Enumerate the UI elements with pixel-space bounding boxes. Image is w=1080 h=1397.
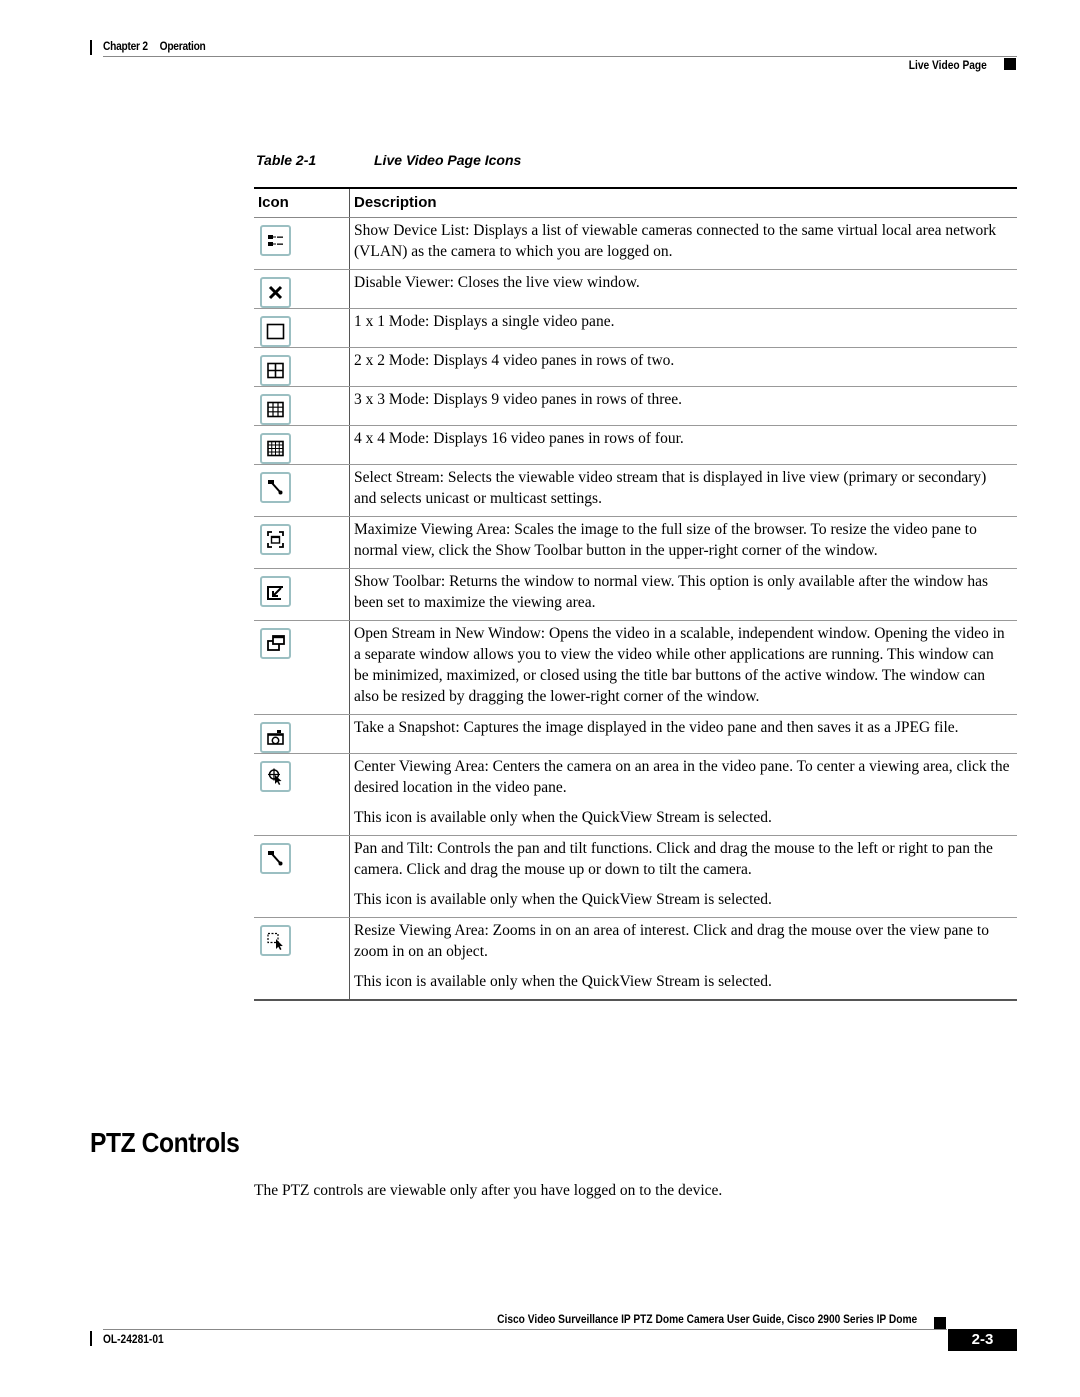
description-cell: Show Device List: Displays a list of vie… <box>349 217 1017 270</box>
icon-cell <box>254 568 350 621</box>
snapshot-icon <box>260 722 291 753</box>
resize-view-icon <box>260 925 291 956</box>
pan-tilt-icon <box>260 843 291 874</box>
table-row: Select Stream: Selects the viewable vide… <box>254 464 1017 517</box>
center-view-icon <box>260 761 291 792</box>
page-number: 2-3 <box>948 1329 1017 1351</box>
header-rule <box>103 56 1017 57</box>
description-cell: 2 x 2 Mode: Displays 4 video panes in ro… <box>349 347 1017 387</box>
description-cell: Open Stream in New Window: Opens the vid… <box>349 620 1017 715</box>
maximize-icon <box>260 524 291 555</box>
footer-square-mark <box>934 1317 946 1329</box>
icon-cell <box>254 753 350 836</box>
description-text: Resize Viewing Area: Zooms in on an area… <box>354 922 989 960</box>
description-text: Open Stream in New Window: Opens the vid… <box>354 625 1005 705</box>
chapter-header: Chapter 2 Operation <box>103 39 206 53</box>
icon-cell <box>254 464 350 517</box>
description-cell: Maximize Viewing Area: Scales the image … <box>349 516 1017 569</box>
description-cell: 4 x 4 Mode: Displays 16 video panes in r… <box>349 425 1017 465</box>
table-number: Table 2-1 <box>256 152 317 168</box>
footer-doc-number: OL-24281-01 <box>103 1332 164 1346</box>
description-text: 4 x 4 Mode: Displays 16 video panes in r… <box>354 430 684 447</box>
table-row: Maximize Viewing Area: Scales the image … <box>254 516 1017 569</box>
icon-cell <box>254 835 350 918</box>
icon-cell <box>254 347 350 387</box>
icon-cell <box>254 714 350 754</box>
description-cell: Disable Viewer: Closes the live view win… <box>349 269 1017 309</box>
table-row: Center Viewing Area: Centers the camera … <box>254 753 1017 836</box>
description-text: Pan and Tilt: Controls the pan and tilt … <box>354 840 993 878</box>
description-cell: 1 x 1 Mode: Displays a single video pane… <box>349 308 1017 348</box>
table-title: Live Video Page Icons <box>374 152 522 168</box>
description-text: 2 x 2 Mode: Displays 4 video panes in ro… <box>354 352 675 369</box>
chapter-label: Chapter 2 <box>103 39 148 53</box>
table-row: Disable Viewer: Closes the live view win… <box>254 269 1017 309</box>
icon-cell <box>254 217 350 270</box>
layout-2x2-icon <box>260 355 291 386</box>
column-header-description: Description <box>349 187 1017 218</box>
description-text: Show Device List: Displays a list of vie… <box>354 222 997 260</box>
icon-cell <box>254 620 350 715</box>
column-header-icon: Icon <box>254 187 350 218</box>
icon-cell <box>254 269 350 309</box>
table-row: 3 x 3 Mode: Displays 9 video panes in ro… <box>254 386 1017 426</box>
table-row: Open Stream in New Window: Opens the vid… <box>254 620 1017 715</box>
device-list-icon <box>260 225 291 256</box>
description-cell: Pan and Tilt: Controls the pan and tilt … <box>349 835 1017 918</box>
layout-4x4-icon <box>260 433 291 464</box>
description-cell: Show Toolbar: Returns the window to norm… <box>349 568 1017 621</box>
select-stream-icon <box>260 472 291 503</box>
close-icon <box>260 277 291 308</box>
table-row: Show Toolbar: Returns the window to norm… <box>254 568 1017 621</box>
icons-table: Icon Description Show Device List: Displ… <box>254 187 1017 1001</box>
table-row: 2 x 2 Mode: Displays 4 video panes in ro… <box>254 347 1017 387</box>
description-note: This icon is available only when the Qui… <box>354 809 772 826</box>
description-text: Select Stream: Selects the viewable vide… <box>354 469 987 507</box>
new-window-icon <box>260 628 291 659</box>
layout-1x1-icon <box>260 316 291 347</box>
footer-rule <box>103 1329 947 1330</box>
header-square-mark <box>1004 58 1016 70</box>
section-heading: PTZ Controls <box>90 1127 240 1158</box>
table-row: Show Device List: Displays a list of vie… <box>254 217 1017 270</box>
description-note: This icon is available only when the Qui… <box>354 891 772 908</box>
icon-cell <box>254 425 350 465</box>
icon-cell <box>254 308 350 348</box>
icon-cell <box>254 516 350 569</box>
description-cell: Resize Viewing Area: Zooms in on an area… <box>349 917 1017 1001</box>
section-header: Live Video Page <box>908 58 987 72</box>
table-header-row: Icon Description <box>254 187 1017 218</box>
description-cell: Center Viewing Area: Centers the camera … <box>349 753 1017 836</box>
description-text: Center Viewing Area: Centers the camera … <box>354 758 1010 796</box>
icon-cell <box>254 917 350 1001</box>
description-text: Maximize Viewing Area: Scales the image … <box>354 521 977 559</box>
icon-cell <box>254 386 350 426</box>
footer-bar-mark <box>90 1331 92 1346</box>
table-row: Take a Snapshot: Captures the image disp… <box>254 714 1017 754</box>
layout-3x3-icon <box>260 394 291 425</box>
table-row: Resize Viewing Area: Zooms in on an area… <box>254 917 1017 1001</box>
description-cell: 3 x 3 Mode: Displays 9 video panes in ro… <box>349 386 1017 426</box>
show-toolbar-icon <box>260 576 291 607</box>
chapter-title: Operation <box>159 39 206 53</box>
table-row: 4 x 4 Mode: Displays 16 video panes in r… <box>254 425 1017 465</box>
table-row: Pan and Tilt: Controls the pan and tilt … <box>254 835 1017 918</box>
description-text: Take a Snapshot: Captures the image disp… <box>354 719 959 736</box>
description-cell: Select Stream: Selects the viewable vide… <box>349 464 1017 517</box>
description-text: Disable Viewer: Closes the live view win… <box>354 274 640 291</box>
description-note: This icon is available only when the Qui… <box>354 973 772 990</box>
footer-guide-title: Cisco Video Surveillance IP PTZ Dome Cam… <box>496 1312 917 1326</box>
header-bar-mark <box>90 40 92 55</box>
table-row: 1 x 1 Mode: Displays a single video pane… <box>254 308 1017 348</box>
table-caption: Table 2-1 Live Video Page Icons <box>256 152 521 168</box>
description-text: 3 x 3 Mode: Displays 9 video panes in ro… <box>354 391 683 408</box>
description-text: Show Toolbar: Returns the window to norm… <box>354 573 989 611</box>
description-text: 1 x 1 Mode: Displays a single video pane… <box>354 313 615 330</box>
description-cell: Take a Snapshot: Captures the image disp… <box>349 714 1017 754</box>
section-body: The PTZ controls are viewable only after… <box>254 1182 723 1199</box>
